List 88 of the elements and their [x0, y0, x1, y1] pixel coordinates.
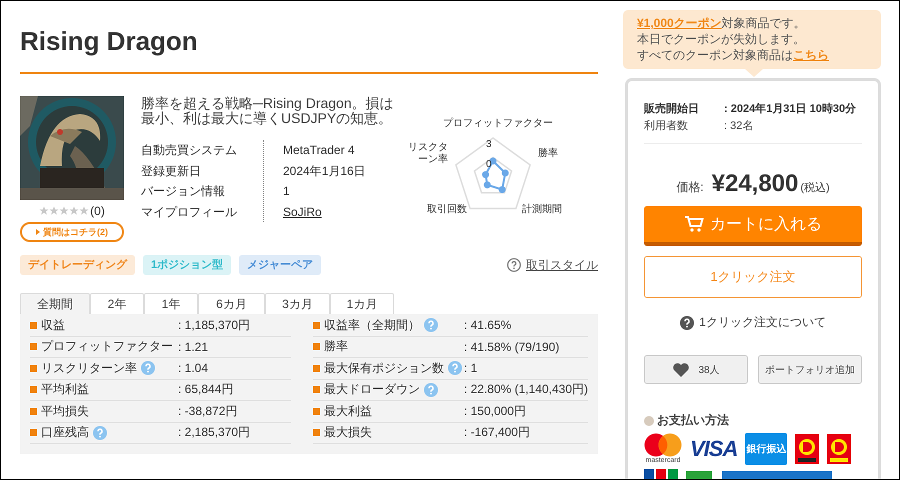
coupon-notice: すべてのクーポン対象商品はこちら: [637, 47, 830, 63]
one-click-info-link[interactable]: 1クリック注文について: [699, 314, 826, 331]
help-icon[interactable]: [680, 316, 694, 330]
stat-value: : 2,185,370円: [178, 424, 250, 442]
axis-label: リスクターン率: [408, 142, 448, 166]
page-title: Rising Dragon: [20, 25, 198, 57]
style-tag: メジャーペア: [239, 255, 322, 275]
info-label: 自動売買システム: [141, 142, 238, 159]
detail-label: 利用者数: [644, 119, 689, 134]
stat-label: 平均損失: [41, 402, 89, 420]
info-label: バージョン情報: [141, 183, 226, 200]
price-value: ¥24,800: [712, 170, 798, 198]
style-link[interactable]: 取引スタイル: [526, 256, 598, 274]
bullet-icon: [30, 386, 37, 394]
bullet-icon: [30, 408, 37, 415]
store-logo-icon: [795, 434, 820, 464]
card-logo-icon: [644, 469, 678, 479]
stat-label: リスクリターン率: [41, 360, 137, 377]
stat-label: 最大損失: [324, 424, 372, 442]
info-value: 2024年1月16日: [283, 162, 367, 180]
bullet-icon: [312, 343, 320, 350]
style-tag: デイトレーディング: [20, 255, 135, 275]
style-tag: 1ポジション型: [143, 255, 232, 275]
radar-polygon: [482, 158, 509, 194]
stat-label: 最大ドローダウン: [324, 381, 420, 398]
info-value: MetaTrader 4: [283, 142, 356, 159]
stat-value: : 1.21: [178, 340, 208, 354]
stat-value: : 150,000円: [464, 402, 526, 420]
info-label: 登録更新日: [141, 162, 202, 180]
tax-note: (税込): [800, 181, 830, 195]
coupon-notice: ¥1,000クーポン対象商品です。: [637, 15, 807, 31]
bullet-icon: [312, 386, 320, 394]
stat-label: 最大保有ポジション数: [324, 360, 444, 377]
bullet-icon: [312, 364, 320, 372]
detail-value: : 32名: [724, 119, 754, 134]
stat-value: : 1,185,370円: [178, 316, 250, 334]
axis-label: 計測期間: [522, 204, 562, 216]
stat-label: 平均利益: [41, 381, 89, 398]
stat-value: : 1: [464, 361, 478, 376]
period-tab[interactable]: 1年: [144, 293, 198, 314]
stat-label: 収益率（全期間）: [324, 316, 420, 334]
bullet-icon: [30, 429, 37, 436]
cart-icon: [684, 215, 704, 233]
stat-label: 勝率: [324, 338, 348, 356]
detail-value: : 2024年1月31日 10時30分: [724, 102, 858, 117]
payment-title: お支払い方法: [657, 412, 729, 429]
product-description: 勝率を超える戦略─Rising Dragon。損は最小、利は最大に導くUSDJPYの知恵。: [141, 96, 395, 126]
stat-label: 口座残高: [41, 424, 89, 442]
bank-transfer-logo: 銀行振込: [745, 433, 788, 465]
stat-value: : -167,400円: [464, 424, 530, 442]
stat-label: 最大利益: [324, 402, 372, 420]
bullet-icon: [644, 416, 654, 426]
axis-label: プロフィットファクター: [443, 118, 553, 130]
visa-logo: VISA: [690, 435, 738, 463]
coupon-expiry: 本日でクーポンが失効します。: [637, 31, 806, 47]
review-count: (0): [90, 204, 105, 218]
tick-label: 3: [486, 139, 492, 151]
bullet-icon: [312, 322, 320, 329]
bullet-icon: [312, 408, 320, 415]
period-tab[interactable]: 2年: [90, 293, 144, 314]
stat-label: 収益: [41, 316, 65, 334]
stat-value: : -38,872円: [178, 402, 238, 420]
period-tab[interactable]: 1カ月: [330, 293, 394, 314]
axis-label: 取引回数: [427, 204, 467, 216]
bullet-icon: [30, 364, 37, 372]
store-logo-icon: [827, 434, 852, 464]
bullet-icon: [312, 429, 320, 436]
help-icon: [507, 258, 521, 272]
period-tab[interactable]: 全期間: [20, 293, 90, 314]
axis-label: 勝率: [538, 148, 558, 160]
stat-label: プロフィットファクター: [41, 338, 173, 356]
bullet-icon: [30, 343, 37, 350]
stat-value: : 1.04: [178, 361, 208, 376]
favorite-button[interactable]: 38人: [644, 355, 748, 384]
price-label: 価格:: [676, 179, 704, 196]
detail-label: 販売開始日: [644, 102, 700, 117]
stat-value: : 41.58% (79/190): [464, 340, 560, 354]
info-label: マイプロフィール: [141, 204, 238, 220]
stat-value: : 41.65%: [464, 318, 512, 332]
period-tab[interactable]: 3カ月: [265, 293, 330, 314]
stat-value: : 65,844円: [178, 381, 234, 398]
stat-value: : 22.80% (1,140,430円): [464, 381, 588, 398]
heart-icon: [672, 362, 690, 378]
profile-link[interactable]: SoJiRo: [283, 202, 403, 222]
portfolio-add-button[interactable]: ポートフォリオ追加: [758, 355, 862, 384]
info-value: 1: [283, 183, 291, 200]
bullet-icon: [30, 322, 37, 329]
period-tab[interactable]: 6カ月: [198, 293, 265, 314]
